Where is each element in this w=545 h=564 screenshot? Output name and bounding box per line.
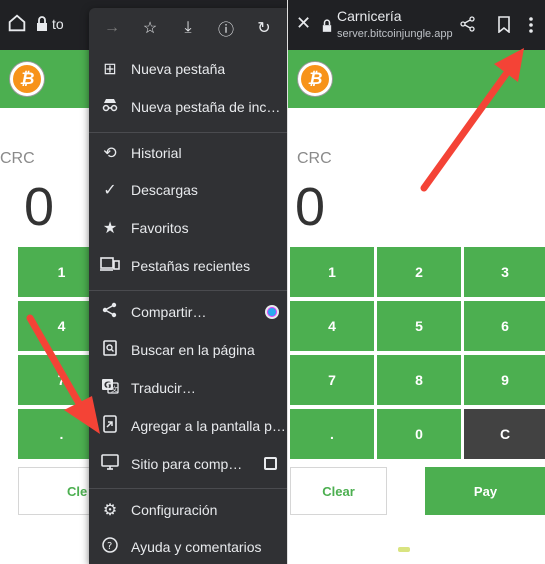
add-to-home-icon	[89, 414, 131, 438]
amount-display: 0	[295, 177, 326, 237]
bookmarks-icon: ★	[102, 220, 118, 237]
desktop-site-checkbox[interactable]	[264, 457, 277, 470]
key-5[interactable]: 5	[377, 301, 461, 351]
settings-icon: ⚙	[102, 502, 118, 519]
more-options-icon[interactable]	[528, 16, 534, 34]
menu-item-incognito[interactable]: Nueva pestaña de inc…	[89, 90, 287, 124]
menu-item-bookmarks[interactable]: ★ Favoritos	[89, 211, 287, 245]
telegram-icon[interactable]	[265, 305, 279, 319]
menu-item-settings[interactable]: ⚙ Configuración	[89, 493, 287, 527]
key-9[interactable]: 9	[464, 355, 545, 405]
downloads-icon: ✓	[103, 182, 117, 199]
menu-item-history[interactable]: ⟲ Historial	[89, 136, 287, 170]
chrome-overflow-menu: → ☆ ⤓ ⓘ ↻ ⊞ Nueva pestaña Nueva pestaña …	[89, 8, 287, 564]
incognito-icon	[89, 97, 131, 118]
key-clear-c[interactable]: C	[464, 409, 545, 459]
clear-button[interactable]: Clear	[290, 467, 387, 515]
lock-icon	[322, 19, 332, 33]
key-6[interactable]: 6	[464, 301, 545, 351]
key-0[interactable]: 0	[377, 409, 461, 459]
download-icon[interactable]: ⤓	[176, 19, 200, 37]
menu-item-help[interactable]: ? Ayuda y comentarios	[89, 530, 287, 564]
key-7[interactable]: 7	[290, 355, 374, 405]
currency-label: CRC	[297, 150, 332, 167]
menu-item-desktop-site[interactable]: Sitio para comp…	[89, 447, 287, 481]
reload-icon[interactable]: ↻	[252, 18, 276, 38]
menu-item-new-tab[interactable]: ⊞ Nueva pestaña	[89, 52, 287, 86]
svg-text:文: 文	[111, 384, 118, 393]
close-icon[interactable]: ✕	[296, 13, 311, 34]
menu-item-downloads[interactable]: ✓ Descargas	[89, 173, 287, 207]
share-icon	[89, 302, 131, 323]
key-4[interactable]: 4	[290, 301, 374, 351]
star-icon[interactable]: ☆	[138, 18, 162, 38]
menu-item-translate[interactable]: G文 Traducir…	[89, 371, 287, 405]
pay-button[interactable]: Pay	[425, 467, 545, 515]
key-8[interactable]: 8	[377, 355, 461, 405]
home-icon[interactable]	[6, 12, 28, 34]
menu-divider	[89, 488, 287, 489]
menu-divider	[89, 290, 287, 291]
left-screenshot: to ₿ CRC 0 1 4 7 . Cle → ☆ ⤓ ⓘ ↻ ⊞ Nueva…	[0, 0, 287, 564]
bitcoin-logo: ₿	[298, 62, 332, 96]
svg-text:?: ?	[107, 541, 112, 552]
menu-divider	[89, 132, 287, 133]
key-1[interactable]: 1	[290, 247, 374, 297]
find-in-page-icon	[89, 339, 131, 361]
right-screenshot: ✕ Carnicería server.bitcoinjungle.app ₿ …	[287, 0, 545, 564]
footer-logo	[398, 547, 410, 552]
forward-icon[interactable]: →	[100, 19, 124, 37]
history-icon: ⟲	[103, 145, 117, 162]
bitcoin-logo: ₿	[10, 62, 44, 96]
share-icon[interactable]	[460, 16, 476, 37]
key-3[interactable]: 3	[464, 247, 545, 297]
menu-item-find-in-page[interactable]: Buscar en la página	[89, 333, 287, 367]
menu-item-share[interactable]: Compartir…	[89, 295, 287, 329]
app-header: ₿	[288, 50, 545, 108]
new-tab-icon: ⊞	[103, 61, 117, 78]
currency-label: CRC	[0, 150, 35, 167]
menu-icon-row: → ☆ ⤓ ⓘ ↻	[89, 8, 287, 48]
menu-item-recent-tabs[interactable]: Pestañas recientes	[89, 249, 287, 283]
url-text[interactable]: to	[52, 16, 64, 32]
key-2[interactable]: 2	[377, 247, 461, 297]
browser-toolbar: ✕ Carnicería server.bitcoinjungle.app	[288, 0, 545, 50]
url-text[interactable]: server.bitcoinjungle.app	[337, 28, 453, 40]
lock-icon	[36, 16, 50, 32]
menu-item-add-to-home[interactable]: Agregar a la pantalla p…	[89, 409, 287, 443]
info-icon[interactable]: ⓘ	[214, 16, 238, 40]
amount-display: 0	[24, 177, 55, 237]
key-dot[interactable]: .	[290, 409, 374, 459]
desktop-site-icon	[89, 453, 131, 475]
help-icon: ?	[89, 536, 131, 558]
tab-title: Carnicería	[337, 8, 402, 24]
bookmark-icon[interactable]	[497, 16, 511, 38]
recent-tabs-icon	[89, 256, 131, 277]
translate-icon: G文	[89, 378, 131, 399]
